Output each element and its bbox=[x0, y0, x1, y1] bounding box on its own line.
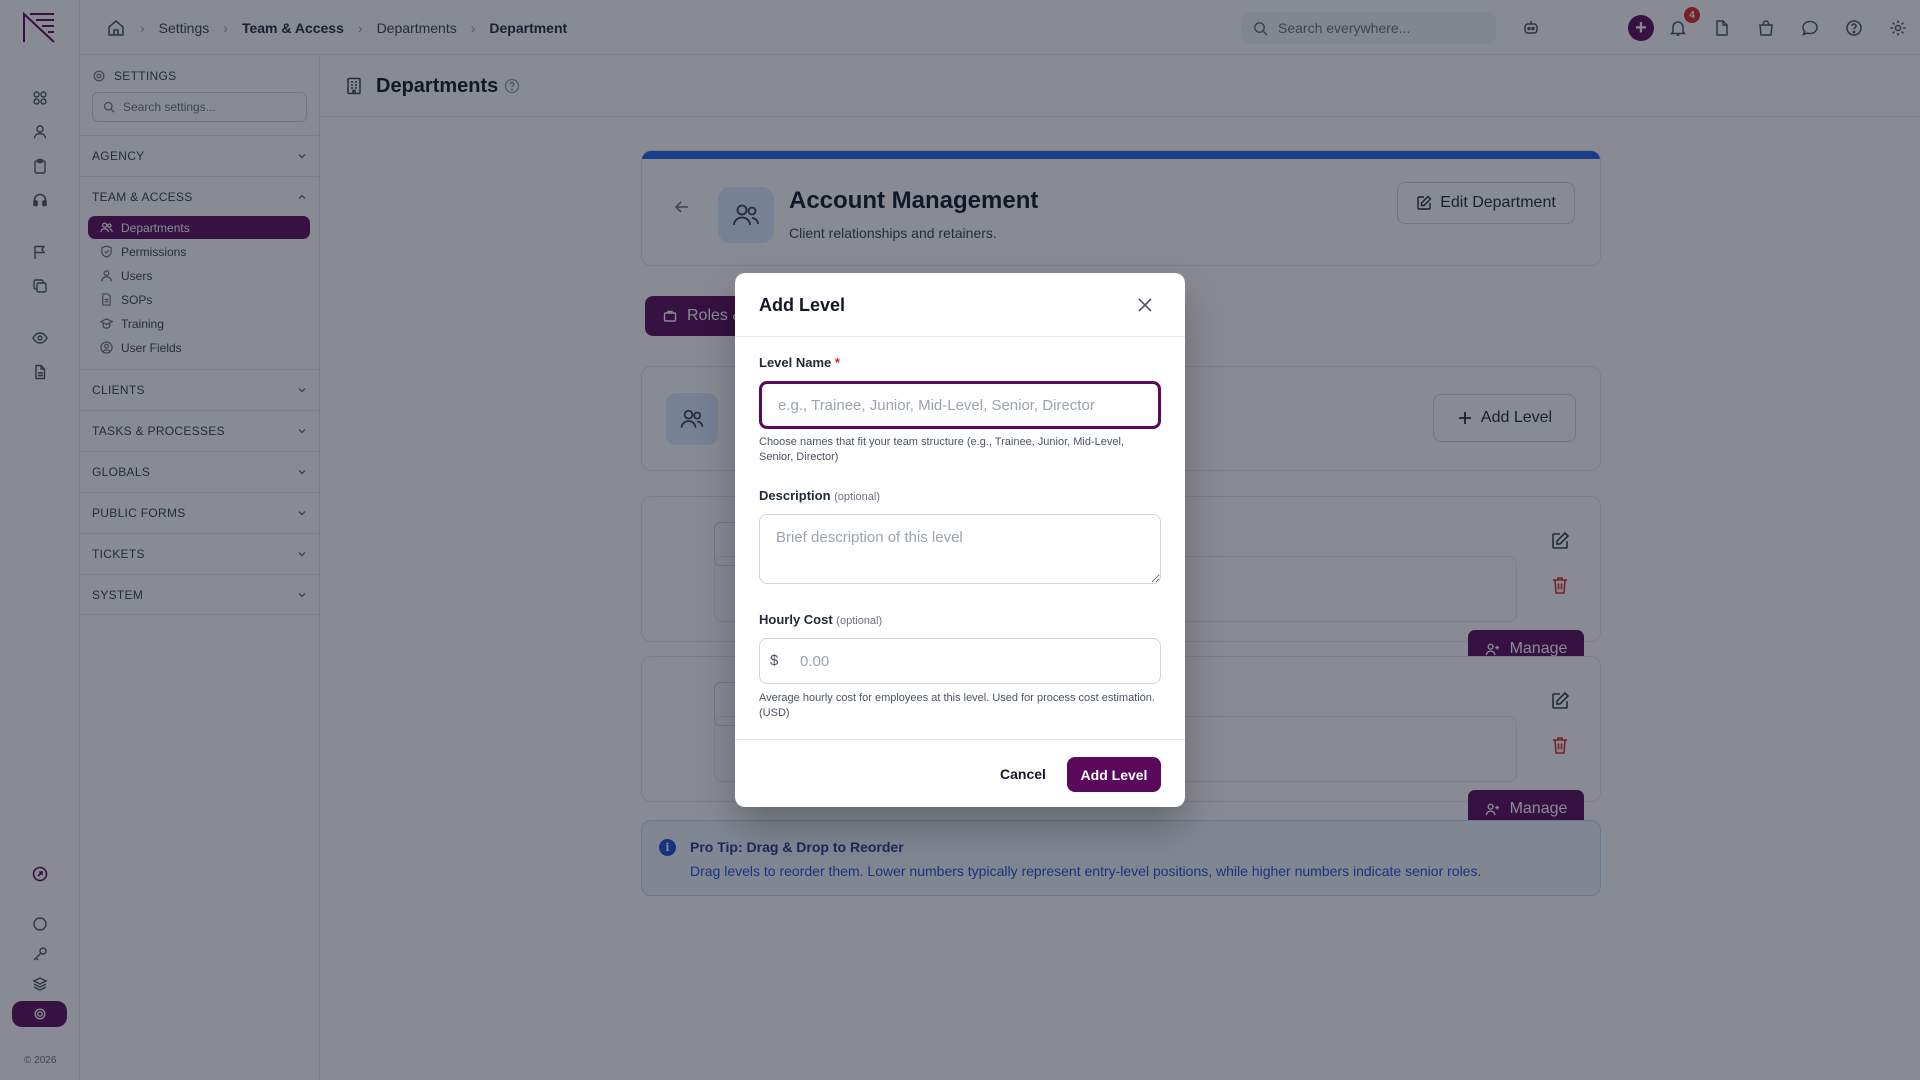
description-label-text: Description bbox=[759, 488, 831, 503]
dialog-header: Add Level bbox=[735, 273, 1185, 337]
optional-tag: (optional) bbox=[836, 615, 883, 627]
currency-symbol: $ bbox=[770, 652, 779, 669]
hourly-cost-help: Average hourly cost for employees at thi… bbox=[759, 692, 1155, 719]
optional-tag: (optional) bbox=[834, 491, 880, 503]
description-textarea[interactable] bbox=[759, 514, 1161, 584]
level-name-input[interactable] bbox=[759, 381, 1161, 429]
cancel-button[interactable]: Cancel bbox=[993, 760, 1053, 788]
add-level-submit-button[interactable]: Add Level bbox=[1067, 757, 1161, 792]
level-name-label-text: Level Name bbox=[759, 355, 832, 370]
dialog-title: Add Level bbox=[759, 295, 846, 315]
hourly-cost-label: Hourly Cost (optional) bbox=[759, 612, 882, 627]
hourly-cost-label-text: Hourly Cost bbox=[759, 612, 833, 627]
add-level-dialog: Add Level Level Name * Choose names that… bbox=[735, 273, 1185, 807]
dialog-footer: Cancel Add Level bbox=[735, 739, 1185, 807]
level-name-label: Level Name * bbox=[759, 355, 840, 370]
description-label: Description (optional) bbox=[759, 488, 880, 503]
level-name-help: Choose names that fit your team structur… bbox=[759, 436, 1125, 463]
close-icon[interactable] bbox=[1135, 295, 1155, 315]
hourly-cost-input[interactable] bbox=[759, 638, 1161, 684]
required-asterisk: * bbox=[834, 355, 840, 370]
